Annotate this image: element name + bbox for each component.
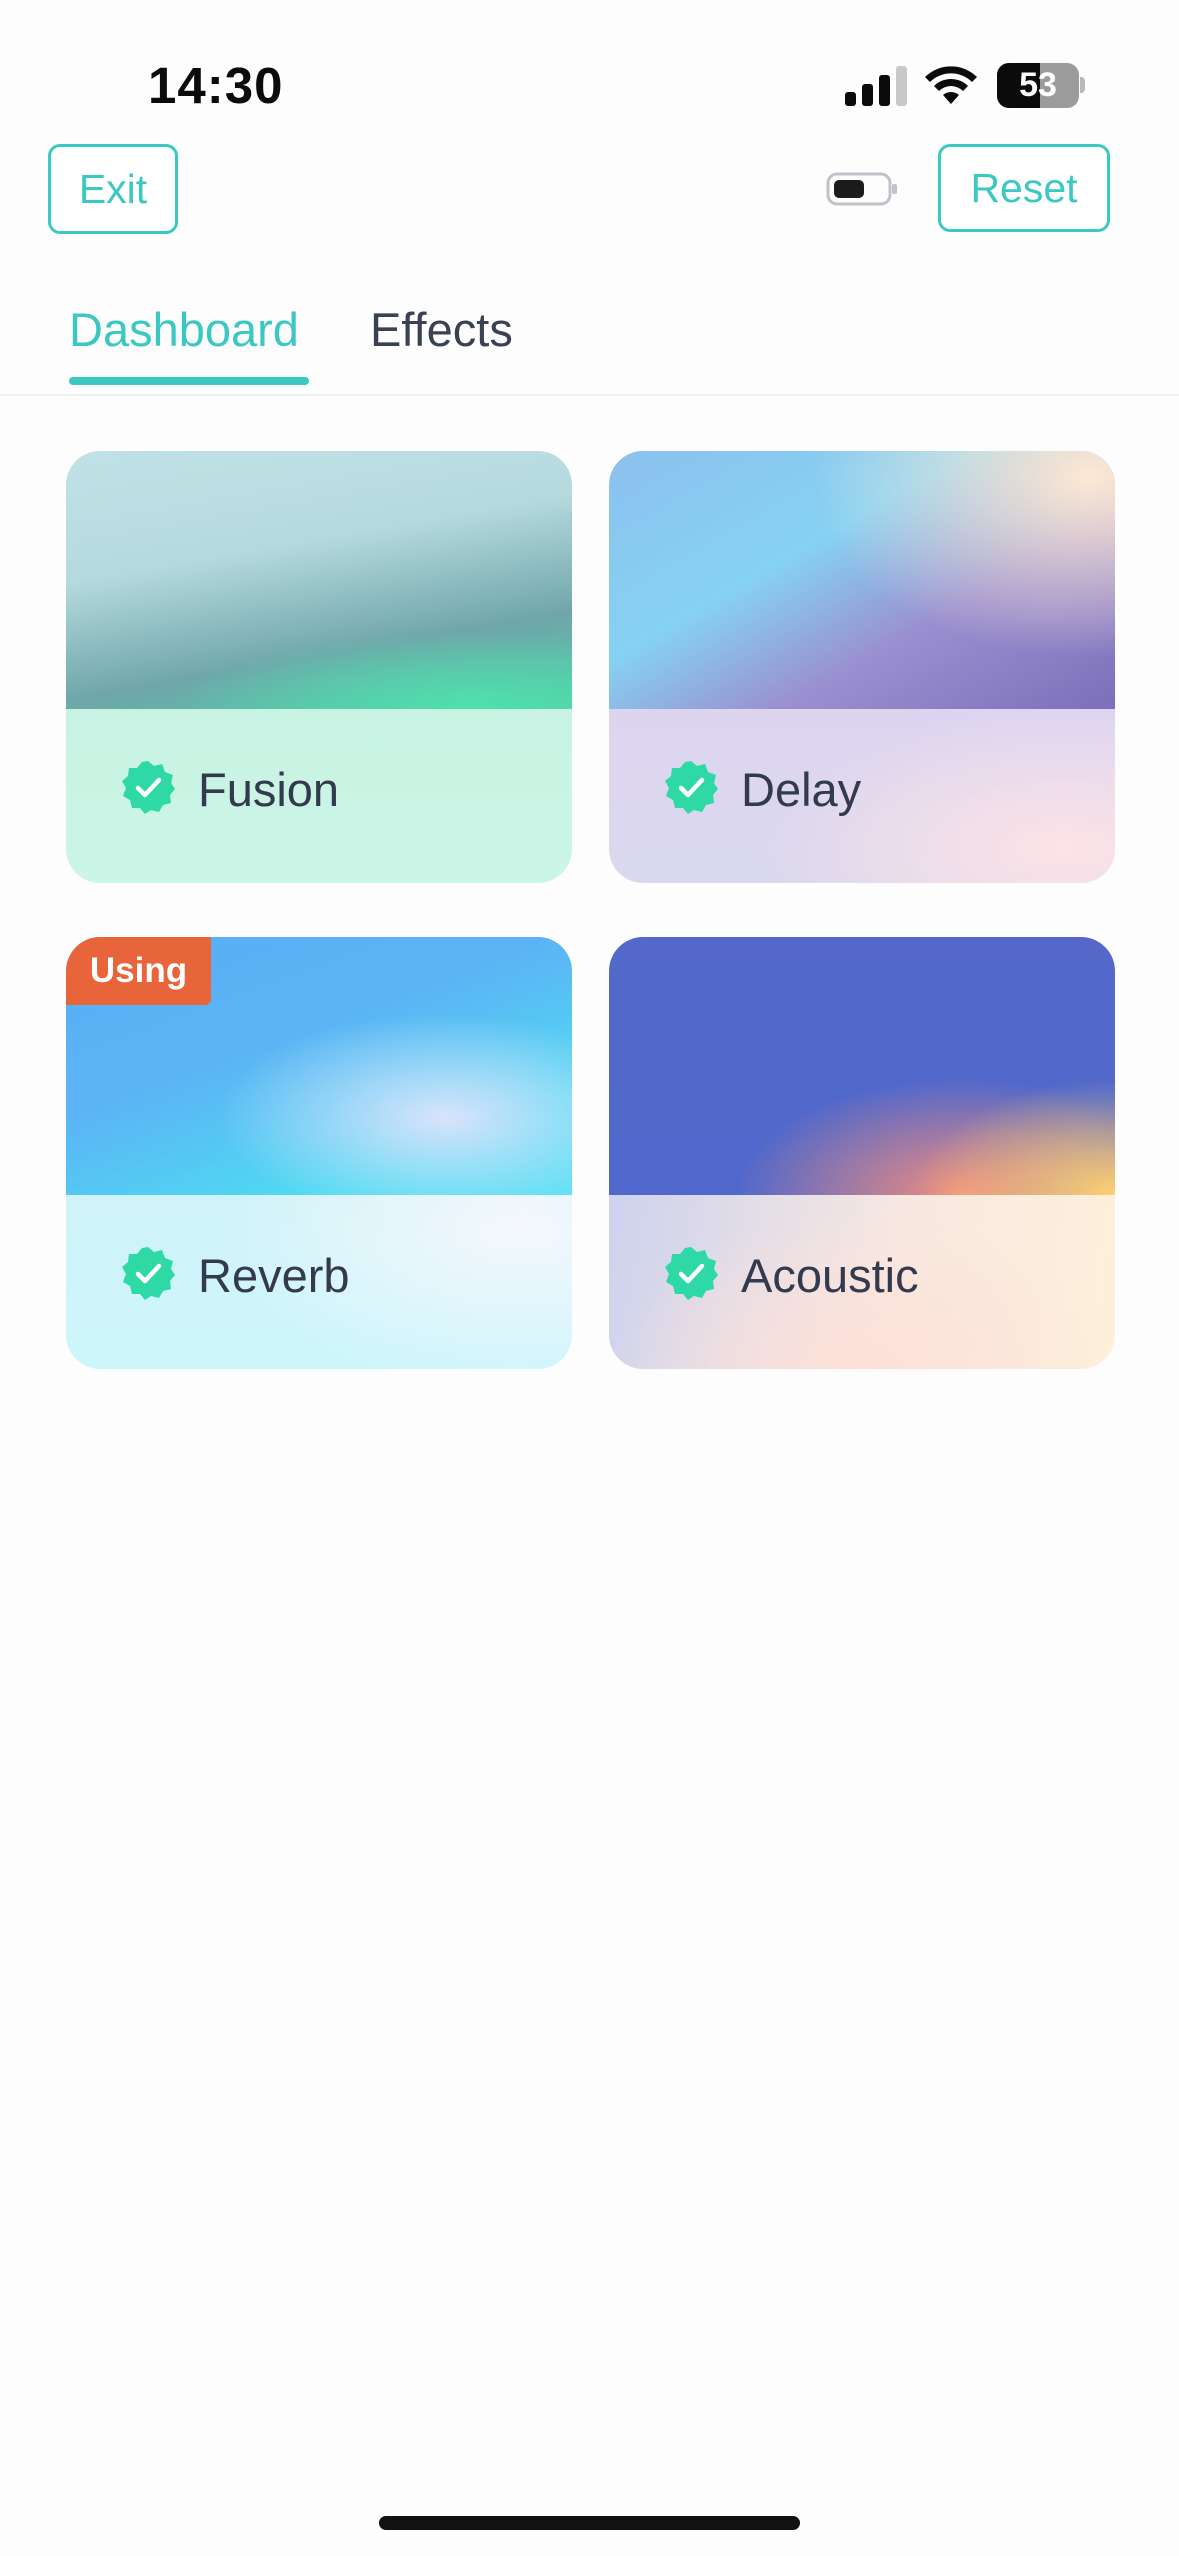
preset-name: Delay xyxy=(741,763,862,816)
battery-tip xyxy=(1080,77,1085,93)
battery-percent: 53 xyxy=(1019,66,1057,104)
verified-check-icon xyxy=(122,761,175,814)
verified-check-icon xyxy=(122,1247,175,1300)
cellular-signal-icon xyxy=(845,66,907,106)
preset-artwork xyxy=(66,451,572,709)
verified-check-icon xyxy=(665,1247,718,1300)
preset-name: Fusion xyxy=(198,763,340,816)
preset-card-fusion[interactable]: Fusion xyxy=(66,451,572,883)
exit-button[interactable]: Exit xyxy=(48,144,178,234)
preset-name: Reverb xyxy=(198,1249,350,1302)
reset-button[interactable]: Reset xyxy=(938,144,1110,232)
using-badge: Using xyxy=(66,937,211,1005)
preset-card-delay[interactable]: Delay xyxy=(609,451,1115,883)
wifi-icon xyxy=(925,66,977,104)
home-indicator[interactable] xyxy=(379,2516,800,2530)
preset-card-reverb[interactable]: Using Reverb xyxy=(66,937,572,1369)
preset-artwork xyxy=(609,451,1115,709)
preset-footer: Fusion xyxy=(66,709,572,883)
tab-dashboard[interactable]: Dashboard xyxy=(69,302,299,357)
tab-effects[interactable]: Effects xyxy=(370,302,513,357)
toggle-battery-icon[interactable] xyxy=(826,171,898,207)
preset-footer: Reverb xyxy=(66,1195,572,1369)
tabs-divider xyxy=(0,394,1179,396)
preset-footer: Acoustic xyxy=(609,1195,1115,1369)
preset-name: Acoustic xyxy=(741,1249,919,1302)
battery-icon: 53 xyxy=(997,63,1079,108)
verified-check-icon xyxy=(665,761,718,814)
status-time: 14:30 xyxy=(148,57,284,114)
preset-artwork xyxy=(609,937,1115,1195)
preset-footer: Delay xyxy=(609,709,1115,883)
active-tab-indicator xyxy=(69,377,309,385)
preset-card-acoustic[interactable]: Acoustic xyxy=(609,937,1115,1369)
